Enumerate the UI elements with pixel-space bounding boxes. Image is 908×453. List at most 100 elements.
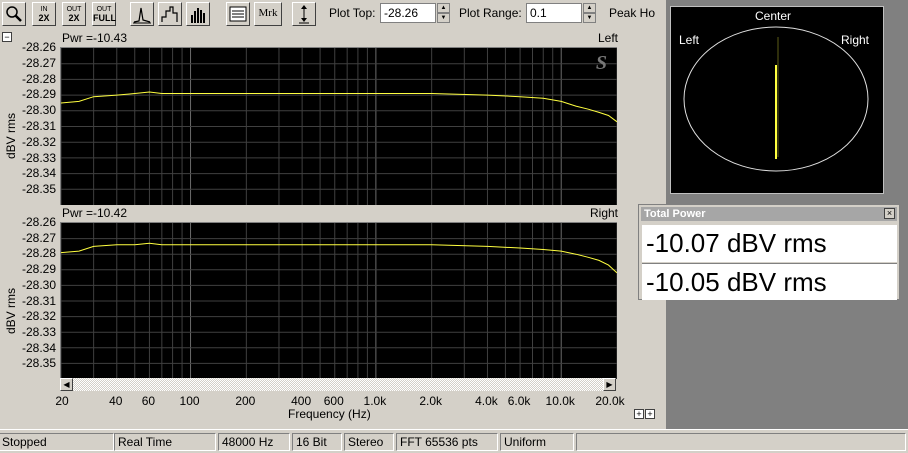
phase-left-label: Left (679, 33, 700, 47)
zoom-in-factor: 2X (38, 13, 50, 23)
zoom-full-label: OUT (96, 6, 112, 13)
zoom-in-label: IN (40, 6, 48, 13)
settings-panel-button[interactable] (226, 2, 250, 26)
panel-settings-icon (229, 6, 247, 22)
plot-top-label: Plot Top: (329, 6, 376, 20)
toolbar: IN 2X OUT 2X OUT FULL Mrk Plot Top: -28.… (0, 0, 664, 29)
zoom-out-factor: 2X (68, 13, 80, 23)
status-bar: Stopped Real Time 48000 Hz 16 Bit Stereo… (0, 429, 908, 453)
y-tick-label: -28.31 (21, 293, 56, 308)
x-tick-label: 100 (179, 394, 200, 408)
y-tick-label: -28.28 (21, 71, 56, 86)
bar-graph-button[interactable] (158, 2, 182, 26)
x-tick-label: 60 (141, 394, 156, 408)
zoom-out-label: OUT (66, 6, 82, 13)
zoom-out-2x-button[interactable]: OUT 2X (62, 2, 86, 26)
octave-bars-icon (191, 8, 205, 23)
x-tick-label: 200 (235, 394, 256, 408)
expand-x-icon[interactable]: + (634, 409, 644, 419)
status-window: Uniform (500, 433, 574, 451)
x-tick-label: 10.0k (545, 394, 575, 408)
zoom-out-full-button[interactable]: OUT FULL (92, 2, 116, 26)
frequency-scrollbar[interactable]: ◀ ▶ (60, 378, 616, 391)
y-tick-label: -28.26 (21, 40, 56, 54)
y-tick-label: -28.35 (21, 356, 56, 371)
y-tick-label: -28.30 (21, 277, 56, 292)
y-tick-label: -28.27 (21, 230, 56, 245)
total-power-title: Total Power (644, 208, 706, 220)
y-tick-label: -28.32 (21, 134, 56, 149)
y-tick-label: -28.34 (21, 166, 56, 181)
x-tick-label: 600 (323, 394, 344, 408)
watermark-logo: S (595, 52, 607, 74)
status-fft-size: FFT 65536 pts (396, 433, 498, 451)
x-axis-title: Frequency (Hz) (288, 407, 371, 421)
x-tick-label: 40 (109, 394, 123, 408)
left-spectrum-chart (60, 48, 618, 205)
left-plot-area[interactable]: S (60, 47, 618, 205)
status-bit-depth: 16 Bit (292, 433, 342, 451)
left-power-readout: Pwr =-10.43 (62, 31, 128, 45)
expand-y-icon[interactable]: + (645, 409, 655, 419)
x-tick-label: 1.0k (363, 394, 387, 408)
phase-scope: Center Left Right (670, 6, 884, 194)
phase-right-label: Right (841, 33, 870, 47)
spin-down-icon[interactable]: ▼ (583, 13, 596, 23)
status-channels: Stereo (344, 433, 394, 451)
right-channel-label: Right (589, 206, 618, 220)
y-tick-label: -28.34 (21, 340, 56, 355)
plot-range-spinner[interactable]: ▲ ▼ (583, 3, 596, 23)
x-tick-label: 400 (291, 394, 312, 408)
y-tick-label: -28.27 (21, 55, 56, 70)
y-tick-label: -28.31 (21, 119, 56, 133)
step-graph-icon (161, 6, 178, 22)
marker-button[interactable]: Mrk (254, 2, 282, 26)
spin-down-icon[interactable]: ▼ (437, 13, 450, 23)
peak-hold-label[interactable]: Peak Ho (609, 6, 655, 20)
zoom-full-factor: FULL (93, 13, 116, 23)
total-power-window: Total Power × -10.07 dBV rms -10.05 dBV … (638, 204, 900, 300)
marker-label: Mrk (258, 7, 278, 19)
x-tick-label: 6.0k (507, 394, 531, 408)
status-empty (576, 433, 906, 451)
y-tick-label: -28.29 (21, 262, 56, 277)
zoom-in-2x-button[interactable]: IN 2X (32, 2, 56, 26)
y-tick-label: -28.33 (21, 150, 56, 165)
plot-top-spinner[interactable]: ▲ ▼ (437, 3, 450, 23)
right-plot-area[interactable] (60, 222, 618, 379)
x-tick-label: 4.0k (475, 394, 498, 408)
y-tick-label: -28.29 (21, 87, 56, 102)
total-power-titlebar[interactable]: Total Power × (641, 207, 897, 221)
y-tick-label: -28.26 (21, 215, 56, 229)
close-icon[interactable]: × (884, 208, 895, 219)
total-power-right-value: -10.05 dBV rms (642, 263, 897, 300)
y-tick-label: -28.28 (21, 246, 56, 261)
left-series-line (60, 91, 618, 123)
plot-range-label: Plot Range: (459, 6, 522, 20)
plot-top-input[interactable] (380, 3, 436, 23)
y-tick-label: -28.35 (21, 182, 56, 197)
right-power-readout: Pwr =-10.42 (62, 206, 128, 220)
status-mode: Real Time (114, 433, 216, 451)
spin-up-icon[interactable]: ▲ (583, 3, 596, 13)
magnifier-icon (6, 6, 22, 22)
x-tick-label: 2.0k (419, 394, 442, 408)
plot-range-input[interactable] (526, 3, 582, 23)
scroll-right-icon[interactable]: ▶ (603, 378, 616, 391)
vertical-arrows-icon (299, 5, 309, 24)
line-graph-button[interactable] (130, 2, 154, 26)
octave-graph-button[interactable] (186, 2, 210, 26)
plot-range-adjust-button[interactable] (292, 2, 316, 26)
right-series-line (60, 242, 618, 274)
spectrum-plot-panel: − Pwr =-10.43 Left dBV rms -28.26 -28.27-… (0, 29, 655, 429)
x-tick-label: 20 (55, 394, 69, 408)
x-tick-label: 20.0k (595, 394, 625, 408)
y-tick-label: -28.30 (21, 103, 56, 118)
status-sample-rate: 48000 Hz (218, 433, 290, 451)
zoom-tool-button[interactable] (2, 2, 26, 26)
left-channel-label: Left (597, 31, 618, 45)
scroll-left-icon[interactable]: ◀ (60, 378, 73, 391)
spin-up-icon[interactable]: ▲ (437, 3, 450, 13)
line-graph-icon (133, 7, 151, 24)
right-spectrum-chart (60, 223, 618, 379)
